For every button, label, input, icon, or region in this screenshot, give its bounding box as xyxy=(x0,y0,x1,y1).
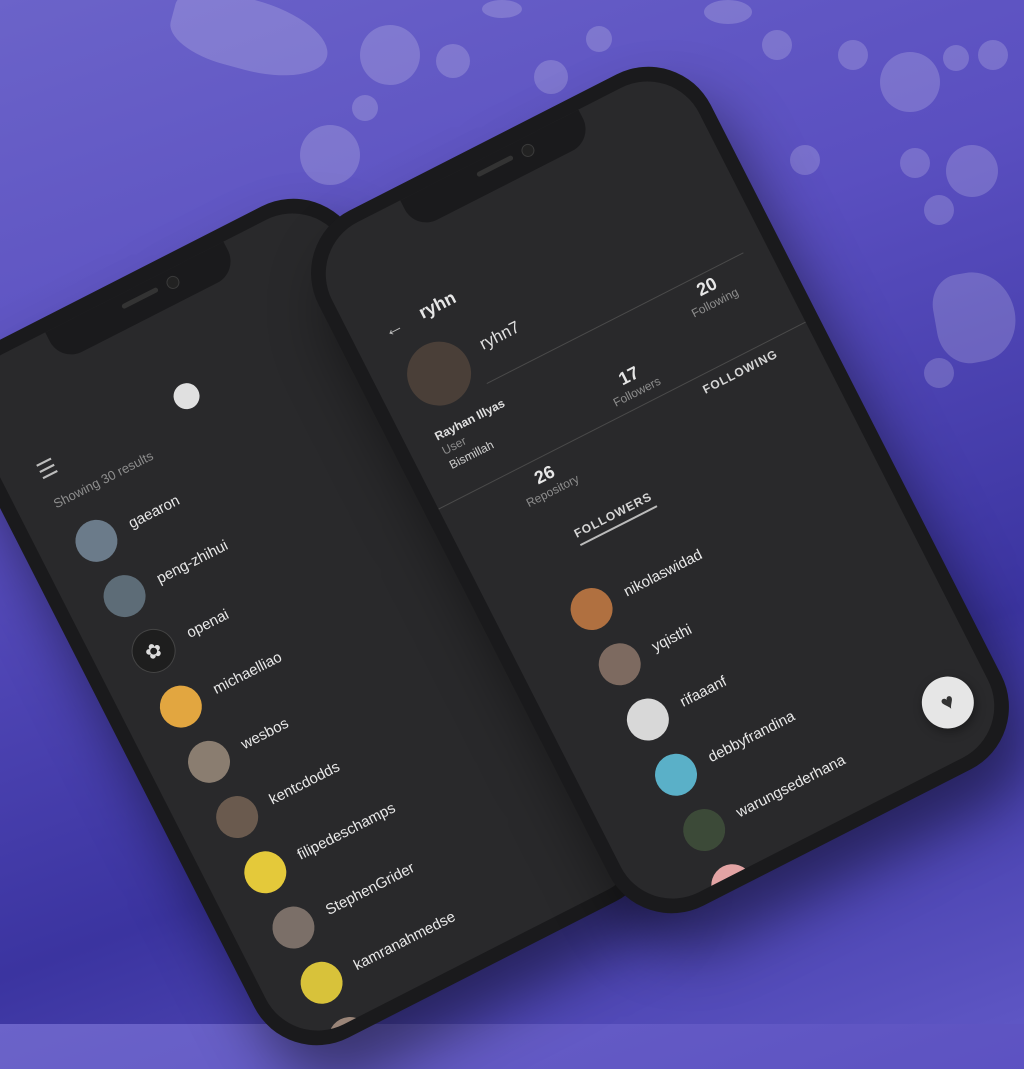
username: michaelliao xyxy=(209,648,285,698)
avatar xyxy=(396,330,483,417)
username: peng-zhihui xyxy=(153,536,231,587)
username: gaearon xyxy=(125,491,183,532)
avatar xyxy=(180,733,238,791)
username: wesbos xyxy=(238,714,292,753)
avatar xyxy=(237,844,294,901)
username: rifaaanf xyxy=(676,672,730,711)
avatar xyxy=(647,746,705,804)
avatar xyxy=(265,899,322,956)
avatar xyxy=(96,567,153,625)
heart-icon: ♥ xyxy=(936,687,960,717)
username: kentcdodds xyxy=(266,757,343,808)
back-arrow-icon[interactable]: ← xyxy=(380,314,408,344)
avatar xyxy=(208,788,266,846)
avatar xyxy=(675,801,733,859)
username: buckyroberts xyxy=(378,974,464,1029)
username: dafex301 xyxy=(761,832,825,877)
avatar xyxy=(704,857,761,914)
avatar xyxy=(152,678,210,735)
stat-repository[interactable]: 26 Repository xyxy=(504,448,591,516)
avatar xyxy=(619,691,677,748)
username: yqisthi xyxy=(648,620,695,656)
avatar: ✿ xyxy=(124,621,184,681)
username: openai xyxy=(183,605,232,642)
page-title: ryhn xyxy=(415,287,460,323)
divider xyxy=(486,252,744,384)
github-logo-icon xyxy=(169,378,205,414)
avatar xyxy=(563,580,620,638)
menu-icon[interactable]: ☰ xyxy=(33,453,62,485)
avatar xyxy=(591,636,648,693)
notch xyxy=(400,109,594,231)
stat-followers[interactable]: 17 Followers xyxy=(589,349,676,417)
avatar xyxy=(68,512,125,570)
profile-login: ryhn7 xyxy=(476,317,523,354)
tab-followers[interactable]: FOLLOWERS xyxy=(571,489,658,547)
avatar xyxy=(321,1009,378,1051)
avatar xyxy=(293,954,350,1012)
